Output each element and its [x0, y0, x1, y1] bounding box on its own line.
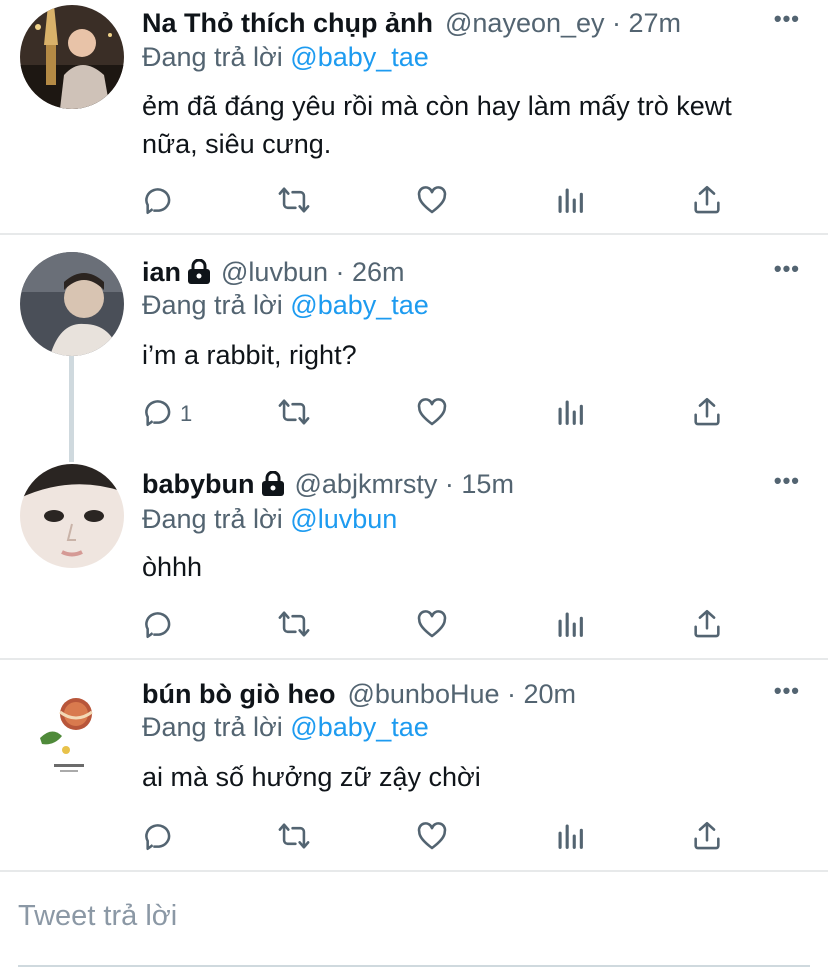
replying-to: Đang trả lời @baby_tae [142, 712, 429, 742]
thread-connector [69, 356, 74, 462]
analytics-button[interactable] [553, 818, 587, 858]
retweet-icon [277, 819, 311, 858]
share-icon [690, 395, 724, 434]
mention-link[interactable]: @luvbun [290, 504, 397, 534]
reply-input[interactable]: Tweet trả lời [18, 900, 177, 933]
analytics-icon [553, 819, 587, 858]
like-button[interactable] [415, 182, 449, 222]
handle-time[interactable]: @bunboHue · 20m [347, 679, 576, 710]
share-icon [690, 183, 724, 222]
analytics-button[interactable] [553, 394, 587, 434]
mention-link[interactable]: @baby_tae [290, 712, 429, 742]
reply-icon [142, 607, 176, 646]
handle-time[interactable]: @abjkmrsty · 15m [295, 469, 514, 500]
avatar[interactable] [20, 676, 124, 780]
analytics-icon [553, 183, 587, 222]
like-icon [415, 819, 449, 858]
tweet[interactable]: Na Thỏ thích chụp ảnh @nayeon_ey · 27m •… [0, 0, 828, 234]
like-icon [415, 395, 449, 434]
handle-time[interactable]: @luvbun · 26m [221, 257, 405, 288]
analytics-icon [553, 395, 587, 434]
replying-to: Đang trả lời @baby_tae [142, 42, 429, 72]
tweet[interactable]: babybun @abjkmrsty · 15m ••• Đang trả lờ… [0, 450, 828, 658]
retweet-button[interactable] [277, 182, 311, 222]
like-icon [415, 607, 449, 646]
display-name[interactable]: bún bò giò heo [142, 679, 335, 710]
action-bar [142, 818, 742, 858]
share-icon [690, 607, 724, 646]
like-icon [415, 183, 449, 222]
more-icon[interactable]: ••• [774, 6, 800, 32]
divider [0, 870, 828, 872]
analytics-icon [553, 607, 587, 646]
retweet-button[interactable] [277, 606, 311, 646]
retweet-icon [277, 395, 311, 434]
like-button[interactable] [415, 818, 449, 858]
analytics-button[interactable] [553, 182, 587, 222]
display-name[interactable]: ian [142, 257, 181, 288]
more-icon[interactable]: ••• [774, 678, 800, 704]
share-button[interactable] [690, 606, 724, 646]
reply-icon [142, 183, 176, 222]
lock-icon [261, 470, 285, 497]
retweet-icon [277, 183, 311, 222]
like-button[interactable] [415, 606, 449, 646]
analytics-button[interactable] [553, 606, 587, 646]
reply-count: 1 [180, 401, 193, 426]
retweet-button[interactable] [277, 818, 311, 858]
display-name[interactable]: Na Thỏ thích chụp ảnh [142, 8, 433, 39]
retweet-icon [277, 607, 311, 646]
replying-to: Đang trả lời @luvbun [142, 504, 398, 534]
more-icon[interactable]: ••• [774, 468, 800, 494]
tweet-text: òhhh [142, 552, 203, 582]
tweet-text: ai mà số hưởng zữ zậy chời [142, 762, 481, 792]
reply-icon [142, 819, 176, 858]
lock-icon [187, 258, 211, 285]
tweet[interactable]: bún bò giò heo @bunboHue · 20m ••• Đang … [0, 660, 828, 870]
like-button[interactable] [415, 394, 449, 434]
avatar[interactable] [20, 464, 124, 568]
reply-button[interactable] [142, 606, 180, 646]
mention-link[interactable]: @baby_tae [290, 290, 429, 320]
share-button[interactable] [690, 394, 724, 434]
tweet-text: i’m a rabbit, right? [142, 340, 357, 370]
share-button[interactable] [690, 182, 724, 222]
handle-time[interactable]: @nayeon_ey · 27m [445, 8, 681, 39]
tweet-text: ẻm đã đáng yêu rồi mà còn hay làm mấy tr… [142, 91, 732, 159]
replying-to: Đang trả lời @baby_tae [142, 290, 429, 320]
reply-button[interactable]: 1 [142, 394, 192, 434]
mention-link[interactable]: @baby_tae [290, 42, 429, 72]
tweet[interactable]: ian @luvbun · 26m ••• Đang trả lời @baby… [0, 236, 828, 456]
share-button[interactable] [690, 818, 724, 858]
action-bar [142, 606, 742, 646]
retweet-button[interactable] [277, 394, 311, 434]
avatar[interactable] [20, 5, 124, 109]
reply-button[interactable] [142, 818, 180, 858]
action-bar: 1 [142, 394, 742, 434]
more-icon[interactable]: ••• [774, 256, 800, 282]
reply-button[interactable] [142, 182, 180, 222]
action-bar [142, 182, 742, 222]
reply-icon [142, 395, 176, 434]
avatar[interactable] [20, 252, 124, 356]
display-name[interactable]: babybun [142, 469, 255, 500]
reply-input-underline [18, 965, 810, 967]
share-icon [690, 819, 724, 858]
divider [0, 233, 828, 235]
